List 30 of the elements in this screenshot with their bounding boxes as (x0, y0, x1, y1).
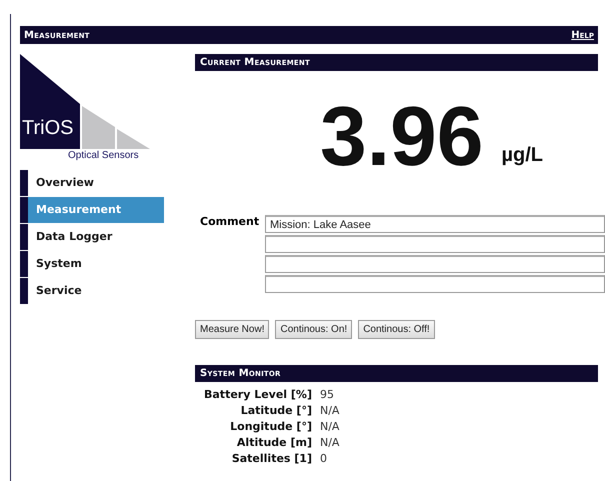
monitor-label: Latitude [°] (240, 404, 312, 418)
measurement-value: 3.96 (320, 91, 484, 181)
comment-field[interactable] (265, 275, 605, 293)
action-button[interactable]: Measure Now! (195, 320, 270, 339)
monitor-value: N/A (320, 436, 340, 450)
action-button[interactable]: Continous: On! (275, 320, 352, 339)
nav-item[interactable]: System (20, 251, 164, 277)
monitor-value: N/A (320, 404, 340, 418)
section-title: System Monitor (200, 368, 281, 379)
monitor-value: N/A (320, 420, 340, 434)
monitor-label: Longitude [°] (229, 420, 312, 434)
logo-tagline: Optical Sensors (68, 150, 139, 161)
nav-item[interactable]: Data Logger (20, 224, 164, 250)
monitor-label: Altitude [m] (236, 436, 312, 450)
logo-name: TriOS (22, 117, 74, 139)
measurement-unit: µg/L (502, 144, 544, 167)
comment-field[interactable] (265, 235, 605, 253)
help-link[interactable]: Help (571, 30, 594, 40)
comment-field[interactable]: Mission: Lake Aasee (265, 215, 605, 233)
comment-label: Comment (199, 215, 260, 230)
monitor-value: 0 (320, 452, 328, 466)
page-title: Measurement (24, 30, 90, 40)
nav-item[interactable]: Measurement (20, 197, 164, 223)
action-button[interactable]: Continous: Off! (358, 320, 435, 339)
section-title: Current Measurement (200, 57, 310, 68)
nav-item[interactable]: Service (20, 278, 164, 304)
monitor-label: Battery Level [%] (203, 388, 312, 402)
comment-field[interactable] (265, 255, 605, 273)
monitor-label: Satellites [1] (230, 452, 312, 466)
monitor-value: 95 (320, 388, 335, 402)
